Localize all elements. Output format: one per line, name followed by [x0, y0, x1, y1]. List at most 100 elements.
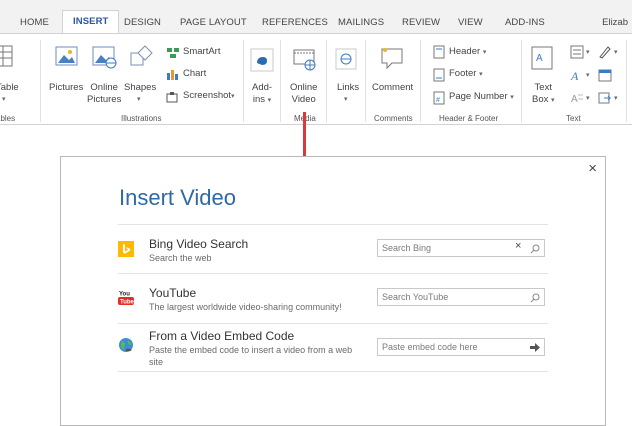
- tab-design[interactable]: DESIGN: [124, 17, 161, 28]
- footer-icon: [433, 68, 445, 82]
- clear-icon[interactable]: ×: [515, 240, 521, 252]
- svg-text:Tube: Tube: [120, 300, 134, 306]
- comment-button[interactable]: Comment: [372, 82, 413, 93]
- shapes-button[interactable]: Shapes: [124, 82, 156, 93]
- tab-view[interactable]: VIEW: [458, 17, 483, 28]
- divider: [118, 371, 548, 372]
- add-ins-icon: [250, 48, 274, 72]
- text-box-label-1: Text: [534, 82, 552, 93]
- search-icon[interactable]: [530, 293, 540, 303]
- group-divider: [626, 40, 627, 122]
- add-ins-label-1: Add-: [252, 82, 273, 93]
- text-box-button[interactable]: Text Box ▾: [532, 82, 555, 107]
- screenshot-icon: [166, 92, 178, 103]
- drop-cap-icon[interactable]: A: [570, 91, 584, 105]
- chevron-down-icon: ▾: [614, 49, 618, 56]
- links-button[interactable]: Links: [337, 82, 359, 93]
- group-label-comments: Comments: [374, 114, 413, 123]
- globe-icon: [119, 338, 133, 352]
- embed-code-description: Paste the embed code to insert a video f…: [149, 344, 352, 368]
- online-video-label-1: Online: [290, 82, 318, 93]
- smartart-icon: [167, 48, 179, 58]
- youtube-search-input[interactable]: [378, 289, 512, 305]
- group-label-header-footer: Header & Footer: [439, 114, 499, 123]
- tab-references[interactable]: REFERENCES: [262, 17, 328, 28]
- group-divider: [420, 40, 421, 122]
- add-ins-button[interactable]: Add- ins ▾: [252, 82, 272, 107]
- embed-code-input[interactable]: [378, 339, 512, 355]
- page-number-icon: #: [433, 91, 445, 105]
- chevron-down-icon: ▾: [231, 93, 235, 100]
- online-pictures-button[interactable]: Online Pictures: [87, 82, 121, 106]
- insert-video-dialog: × Insert Video Bing Video Search Search …: [60, 156, 606, 426]
- embed-code-field[interactable]: [377, 338, 545, 356]
- wordart-icon[interactable]: A: [570, 68, 584, 82]
- online-pictures-label-2: Pictures: [87, 94, 122, 105]
- add-ins-label-2: ins ▾: [252, 94, 272, 105]
- svg-text:A: A: [571, 94, 578, 105]
- dialog-title: Insert Video: [119, 185, 237, 210]
- divider: [118, 273, 548, 274]
- svg-text:You: You: [119, 292, 130, 298]
- group-divider: [326, 40, 327, 122]
- svg-text:A: A: [570, 69, 579, 82]
- svg-text:#: #: [436, 97, 440, 104]
- chevron-down-icon: ▾: [137, 96, 141, 103]
- chevron-down-icon: ▾: [586, 72, 590, 79]
- page-number-button[interactable]: Page Number ▾: [449, 91, 514, 102]
- ribbon-tabbar: HOME INSERT DESIGN PAGE LAYOUT REFERENCE…: [0, 0, 632, 34]
- online-video-label-2: Video: [291, 94, 316, 105]
- tab-review[interactable]: REVIEW: [402, 17, 440, 28]
- bing-icon: [118, 241, 134, 257]
- insert-arrow-icon[interactable]: [530, 343, 540, 352]
- quick-parts-icon[interactable]: [570, 45, 584, 59]
- date-time-icon[interactable]: [598, 68, 612, 82]
- group-label-text: Text: [566, 114, 581, 123]
- tab-add-ins[interactable]: ADD-INS: [505, 17, 545, 28]
- svg-text:A: A: [536, 53, 543, 64]
- group-divider: [280, 40, 281, 122]
- youtube-description: The largest worldwide video-sharing comm…: [149, 302, 342, 312]
- smartart-button[interactable]: SmartArt: [183, 46, 220, 57]
- signature-line-icon[interactable]: [598, 45, 612, 59]
- group-divider: [40, 40, 41, 122]
- screenshot-button[interactable]: Screenshot: [183, 90, 231, 101]
- divider: [118, 224, 548, 225]
- comment-icon: [381, 48, 403, 70]
- chevron-down-icon: ▾: [2, 96, 6, 103]
- group-divider: [243, 40, 244, 122]
- close-icon[interactable]: ×: [588, 160, 597, 177]
- youtube-search-field[interactable]: [377, 288, 545, 306]
- youtube-icon: You Tube: [118, 292, 134, 306]
- embed-code-title: From a Video Embed Code: [149, 329, 295, 343]
- pictures-button[interactable]: Pictures: [49, 82, 83, 93]
- bing-video-search-title: Bing Video Search: [149, 237, 249, 251]
- chevron-down-icon: ▾: [344, 96, 348, 103]
- tab-page-layout[interactable]: PAGE LAYOUT: [180, 17, 247, 28]
- online-pictures-icon: [92, 46, 117, 69]
- chart-button[interactable]: Chart: [183, 68, 206, 79]
- shapes-icon: [130, 45, 153, 66]
- links-icon: [335, 48, 357, 70]
- object-icon[interactable]: [598, 91, 612, 105]
- online-pictures-label-1: Online: [90, 82, 118, 93]
- bing-search-input[interactable]: [378, 240, 512, 256]
- bing-video-search-description: Search the web: [149, 253, 212, 263]
- group-divider: [365, 40, 366, 122]
- group-divider: [521, 40, 522, 122]
- bing-search-field[interactable]: ×: [377, 239, 545, 257]
- pictures-icon: [55, 46, 78, 66]
- header-button[interactable]: Header ▾: [449, 46, 486, 57]
- tab-mailings[interactable]: MAILINGS: [338, 17, 384, 28]
- divider: [118, 323, 548, 324]
- text-box-icon: A: [531, 46, 553, 70]
- tab-home[interactable]: HOME: [20, 17, 49, 28]
- footer-button[interactable]: Footer ▾: [449, 68, 483, 79]
- online-video-button[interactable]: Online Video: [290, 82, 317, 106]
- youtube-title: YouTube: [149, 286, 197, 300]
- group-label-tables: Tables: [0, 114, 16, 123]
- user-name[interactable]: Elizab: [602, 17, 628, 28]
- table-button[interactable]: Table: [0, 82, 19, 93]
- search-icon[interactable]: [530, 244, 540, 254]
- tab-insert[interactable]: INSERT: [62, 10, 120, 34]
